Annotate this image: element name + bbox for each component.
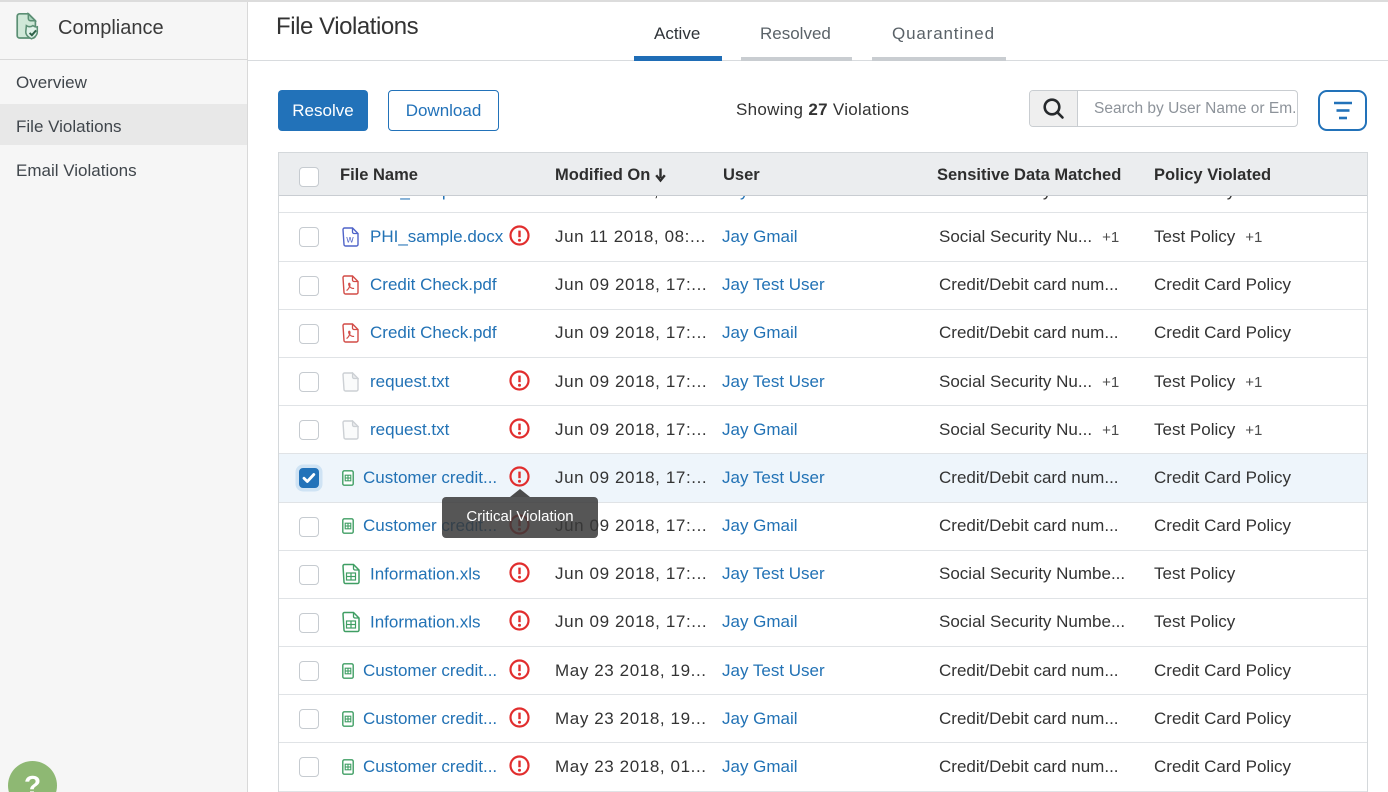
svg-text:w: w	[345, 234, 354, 245]
